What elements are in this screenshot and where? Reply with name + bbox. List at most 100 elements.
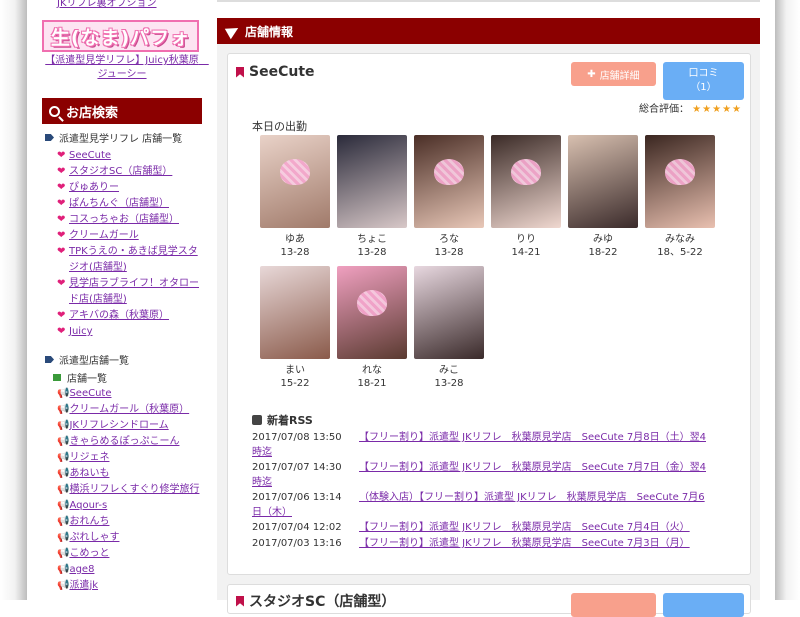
girl-card[interactable]: まい 15-22	[260, 266, 330, 390]
heart-icon: ❤	[57, 278, 66, 289]
girl-photo[interactable]	[414, 266, 484, 359]
dispatch-shop-item[interactable]: ❤ TPKうえの・あきば見学スタジオ(店舗型)	[57, 244, 207, 276]
dispatch-shop-link[interactable]: Juicy	[69, 324, 92, 340]
rss-link[interactable]: 【フリー割り】派遣型 JKリフレ 秋葉原見学店 SeeCute 7月8日（土）翌…	[359, 430, 739, 445]
dispatch-shop-link[interactable]: アキバの森（秋葉原）	[69, 308, 169, 324]
girl-photo[interactable]	[260, 135, 330, 228]
girl-shift-time: 14-21	[511, 247, 541, 258]
girl-card[interactable]: みこ 13-28	[414, 266, 484, 390]
dispatch-shop-item[interactable]: ❤ コスっちゃお（店舗型）	[57, 212, 207, 228]
dispatch-shop-item[interactable]: ❤ 見学店ラブライフ！オタロード店(店舗型)	[57, 276, 207, 308]
dispatch-shops-item[interactable]: 📢 JKリフレシンドローム	[57, 418, 207, 434]
dispatch-shop-link[interactable]: クリームガール	[69, 228, 139, 244]
dispatch-shops-link[interactable]: 横浜リフレくすぐり修学旅行	[69, 482, 199, 498]
top-divider	[217, 0, 760, 2]
rss-link-continued[interactable]: 時迄	[252, 475, 272, 490]
dispatch-shops-link[interactable]: クリームガール（秋葉原）	[69, 402, 189, 418]
rss-link[interactable]: 【フリー割り】派遣型 JKリフレ 秋葉原見学店 SeeCute 7月4日（火）	[359, 520, 739, 535]
shop2-name: スタジオSC（店舗型）	[249, 594, 396, 610]
shop2-review-button[interactable]	[663, 593, 744, 617]
dispatch-shops-link[interactable]: Aqour-s	[69, 498, 107, 514]
dispatch-shops-link[interactable]: 派遣jk	[69, 578, 98, 594]
dispatch-shops-item[interactable]: 📢 age8	[57, 562, 207, 578]
girl-photo[interactable]	[337, 266, 407, 359]
dispatch-shop-link[interactable]: TPKうえの・あきば見学スタジオ(店舗型)	[69, 244, 207, 276]
girl-photo[interactable]	[337, 135, 407, 228]
dispatch-shop-link[interactable]: ぱんちんぐ（店舗型）	[69, 196, 169, 212]
dispatch-shops-item[interactable]: 📢 クリームガール（秋葉原）	[57, 402, 207, 418]
dispatch-shops-item[interactable]: 📢 派遣jk	[57, 578, 207, 594]
heart-sticker-icon	[665, 159, 695, 186]
shop2-title: スタジオSC（店舗型）	[236, 591, 395, 611]
dispatch-shop-item[interactable]: ❤ ぴゅありー	[57, 180, 207, 196]
shop2-detail-button[interactable]	[571, 593, 656, 617]
dispatch-shops-link[interactable]: JKリフレシンドローム	[69, 418, 168, 434]
heart-icon: ❤	[57, 182, 66, 193]
dispatch-shops-link[interactable]: age8	[69, 562, 94, 578]
dispatch-shops-item[interactable]: 📢 こめっと	[57, 546, 207, 562]
dispatch-shops-link[interactable]: きゃらめるぽっぷこーん	[69, 434, 179, 450]
girl-photo[interactable]	[260, 266, 330, 359]
rss-header: 新着RSS	[252, 412, 313, 428]
dispatch-shops-item[interactable]: 📢 あねいも	[57, 466, 207, 482]
heart-sticker-icon	[280, 159, 310, 186]
dispatch-shops-link[interactable]: リジェネ	[69, 450, 109, 466]
girl-photo[interactable]	[568, 135, 638, 228]
banner-caption-link[interactable]: 【派遣型見学リフレ】Juicy秋葉原 ジューシー	[42, 54, 208, 82]
review-button[interactable]: 口コミ （1）	[663, 62, 744, 100]
girl-card[interactable]: れな 18-21	[337, 266, 407, 390]
rss-link-continued[interactable]: 時迄	[252, 445, 272, 460]
dispatch-shop-link[interactable]: コスっちゃお（店舗型）	[69, 212, 179, 228]
girl-card[interactable]: みなみ 18、5-22	[645, 135, 715, 259]
dispatch-shops-item[interactable]: 📢 リジェネ	[57, 450, 207, 466]
dispatch-shop-item[interactable]: ❤ Juicy	[57, 324, 207, 340]
dispatch-shops-item[interactable]: 📢 ぷれしゃす	[57, 530, 207, 546]
banner-ad[interactable]: 生(なま)パフォ	[42, 20, 199, 52]
girl-name: みゆ	[593, 234, 613, 245]
dispatch-shops-item[interactable]: 📢 おれんち	[57, 514, 207, 530]
dispatch-shops-item[interactable]: 📢 SeeCute	[57, 386, 207, 402]
dispatch-shop-link[interactable]: ぴゅありー	[69, 180, 119, 196]
girl-card[interactable]: りり 14-21	[491, 135, 561, 259]
girl-card[interactable]: ゆあ 13-28	[260, 135, 330, 259]
section-dispatch-list-label: 派遣型見学リフレ 店舗一覧	[59, 134, 183, 145]
rss-link[interactable]: 【フリー割り】派遣型 JKリフレ 秋葉原見学店 SeeCute 7月7日（金）翌…	[359, 460, 739, 475]
heart-icon: ❤	[57, 214, 66, 225]
megaphone-icon: 📢	[57, 388, 70, 399]
sidebar-top-link[interactable]: JKリフレ裏オプション	[57, 0, 157, 9]
page-shadow-left	[0, 0, 27, 600]
dispatch-shop-item[interactable]: ❤ ぱんちんぐ（店舗型）	[57, 196, 207, 212]
dispatch-shops-item[interactable]: 📢 きゃらめるぽっぷこーん	[57, 434, 207, 450]
dispatch-shops-link[interactable]: SeeCute	[69, 386, 111, 402]
dispatch-shop-link[interactable]: スタジオSC（店舗型）	[69, 164, 172, 180]
megaphone-icon: 📢	[57, 564, 70, 575]
dispatch-shops-link[interactable]: こめっと	[69, 546, 109, 562]
rss-link[interactable]: 【フリー割り】派遣型 JKリフレ 秋葉原見学店 SeeCute 7月3日（月）	[359, 536, 739, 551]
dispatch-shop-item[interactable]: ❤ クリームガール	[57, 228, 207, 244]
girl-card[interactable]: ちょこ 13-28	[337, 135, 407, 259]
rss-title: 新着RSS	[267, 414, 313, 427]
shop-detail-button[interactable]: ✚ 店舗詳細	[571, 62, 656, 86]
shop-list-subheader: 店舗一覧	[53, 370, 107, 385]
girl-photo[interactable]	[414, 135, 484, 228]
dispatch-shops-item[interactable]: 📢 Aqour-s	[57, 498, 207, 514]
search-icon	[49, 105, 60, 117]
rss-link[interactable]: （体験入店）【フリー割り】派遣型 JKリフレ 秋葉原見学店 SeeCute 7月…	[359, 490, 739, 505]
dispatch-shop-link[interactable]: 見学店ラブライフ！オタロード店(店舗型)	[69, 276, 207, 308]
dispatch-shop-item[interactable]: ❤ アキバの森（秋葉原）	[57, 308, 207, 324]
girl-photo[interactable]	[645, 135, 715, 228]
flag-icon	[53, 374, 61, 381]
dispatch-shop-item[interactable]: ❤ SeeCute	[57, 148, 207, 164]
dispatch-shops-link[interactable]: ぷれしゃす	[69, 530, 119, 546]
review-button-label: 口コミ	[688, 68, 719, 79]
dispatch-shops-link[interactable]: おれんち	[69, 514, 109, 530]
dispatch-shops-link[interactable]: あねいも	[69, 466, 109, 482]
dispatch-shop-item[interactable]: ❤ スタジオSC（店舗型）	[57, 164, 207, 180]
section-dispatch-shops-title: 派遣型店舗一覧	[45, 352, 129, 367]
girl-photo[interactable]	[491, 135, 561, 228]
girl-card[interactable]: ろな 13-28	[414, 135, 484, 259]
dispatch-shops-item[interactable]: 📢 横浜リフレくすぐり修学旅行	[57, 482, 207, 498]
rss-link-continued[interactable]: 日（木）	[252, 505, 292, 520]
dispatch-shop-link[interactable]: SeeCute	[69, 148, 111, 164]
girl-card[interactable]: みゆ 18-22	[568, 135, 638, 259]
